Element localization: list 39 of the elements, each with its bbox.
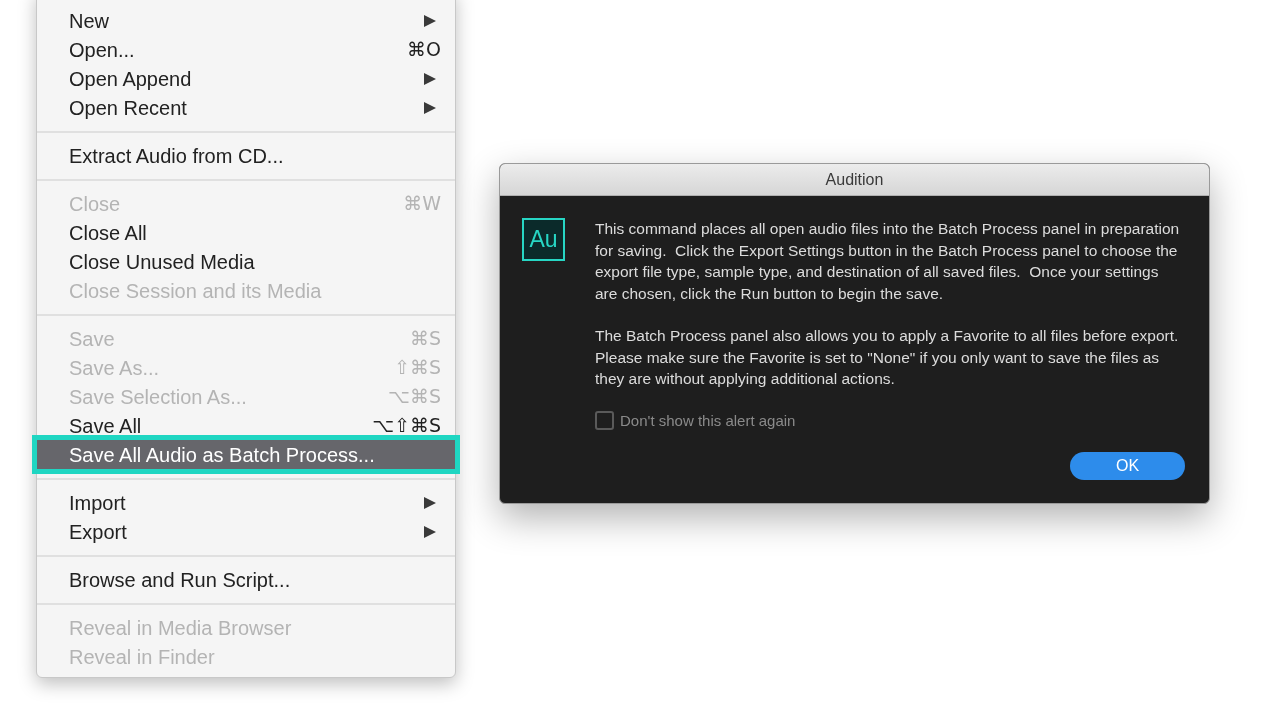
menu-item-label: Save As... (69, 355, 161, 381)
menu-item[interactable]: Browse and Run Script... (37, 565, 455, 594)
menu-item[interactable]: New (37, 6, 455, 35)
menu-item-label: Open... (69, 37, 136, 63)
shortcut-label: ⌘S (409, 326, 441, 352)
shortcut-label: ⇧⌘S (394, 355, 441, 381)
submenu-arrow-icon (423, 71, 437, 86)
app-logo: Au (522, 218, 565, 261)
menu-item-label: Open Recent (69, 95, 188, 121)
menu-item[interactable]: Close Unused Media (37, 247, 455, 276)
shortcut-label: ⌥⌘S (388, 384, 441, 410)
menu-item-label: Open Append (69, 66, 193, 92)
menu-item[interactable]: Open Append (37, 64, 455, 93)
menu-item[interactable]: Open Recent (37, 93, 455, 122)
menu-item-label: Save All (69, 413, 143, 439)
checkbox-label: Don't show this alert again (620, 410, 796, 431)
dialog-message: The Batch Process panel also allows you to apply a Favorite to all files before export. Please make sure the Favorite is set to "None" if you only want to save the files as they are without applying additional actions. (595, 326, 1180, 389)
menu-item-label: Import (69, 490, 127, 516)
menu-item-label: New (69, 8, 110, 34)
shortcut-label: ⌘O (407, 37, 441, 63)
dialog-message: This command places all open audio files into the Batch Process panel in preparation for saving. Click the Export Settings button in the Batch Process panel to choose the export file type, sample type, and destination of all saved files. Once your settings are chosen, click the Run button to begin the save. (595, 219, 1181, 304)
menu-item[interactable]: Close All (37, 218, 455, 247)
shortcut-label: ⌥⇧⌘S (372, 413, 441, 439)
checkbox[interactable] (595, 411, 614, 431)
menu-item-label: Export (69, 519, 128, 545)
submenu-arrow-icon (423, 495, 437, 510)
menu-item[interactable]: Import (37, 488, 455, 517)
menu-item[interactable]: Save All ⌥⇧⌘S (37, 411, 455, 440)
menu-item-label: Save (69, 326, 116, 352)
submenu-arrow-icon (423, 524, 437, 539)
menu-item-label: Save Selection As... (69, 384, 248, 410)
submenu-arrow-icon (423, 100, 437, 115)
submenu-arrow-icon (423, 13, 437, 28)
menu-item[interactable]: Export (37, 517, 455, 546)
menu-item[interactable]: Open... ⌘O (37, 35, 455, 64)
dialog-title: Audition (825, 169, 884, 190)
menu-item[interactable]: Extract Audio from CD... (37, 141, 455, 170)
shortcut-label: ⌘W (403, 191, 441, 217)
menu-item-label: Close (69, 191, 122, 217)
